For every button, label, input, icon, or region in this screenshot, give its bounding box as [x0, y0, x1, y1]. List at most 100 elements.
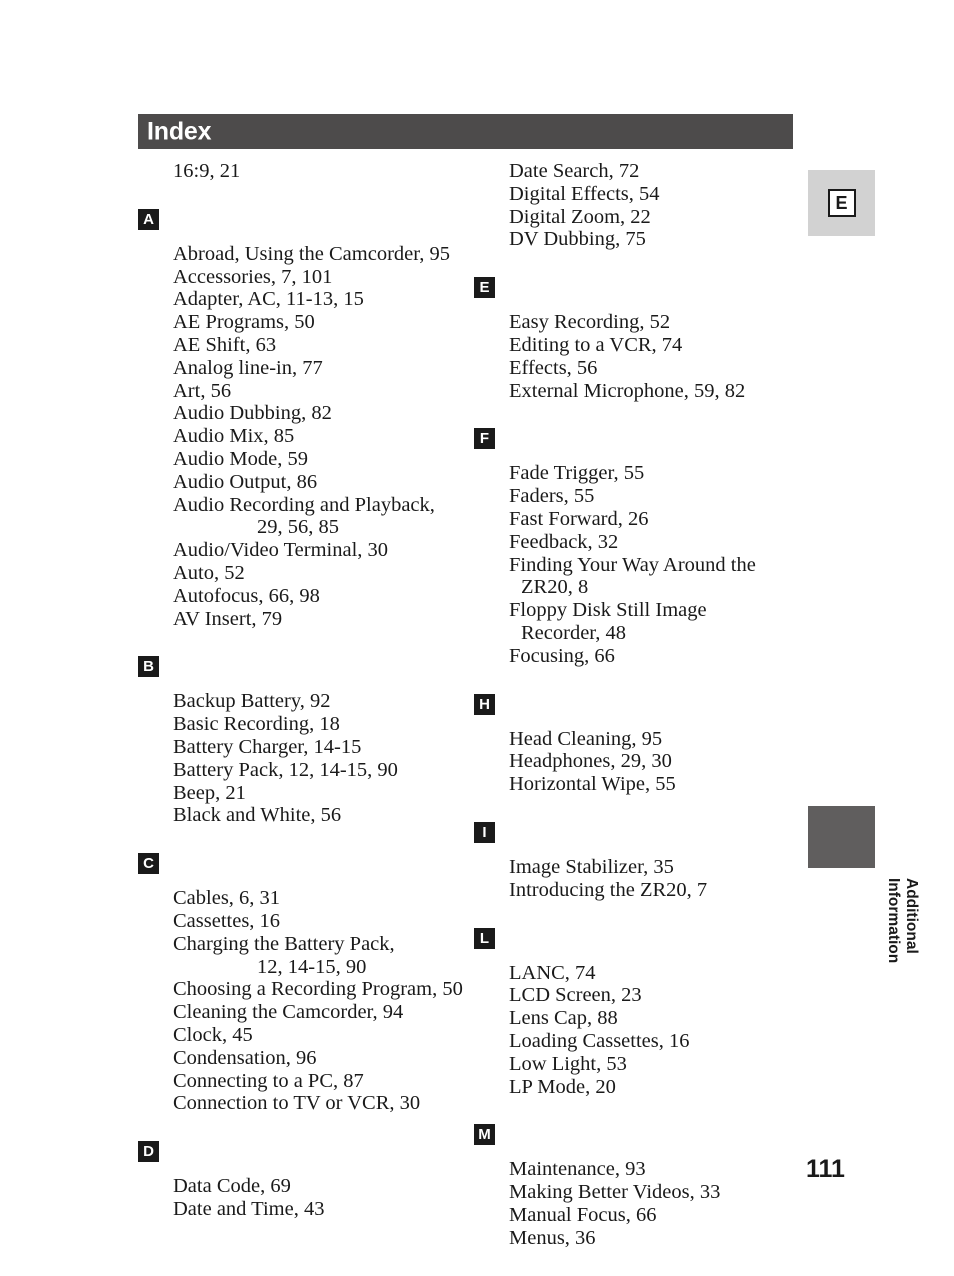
index-entry: Black and White, 56: [173, 804, 342, 827]
section-letter-badge: I: [474, 821, 495, 843]
index-entry: Feedback, 32: [509, 530, 619, 553]
chapter-side-label: Additional Information: [885, 878, 920, 964]
index-entry: Lens Cap, 88: [509, 1007, 618, 1030]
index-entry: Basic Recording, 18: [173, 713, 340, 736]
index-section: B Backup Battery, 92 Basic Recording, 18 Ba…: [138, 656, 468, 853]
index-entry: Digital Effects, 54: [509, 182, 660, 205]
index-entry: Adapter, AC, 11-13, 15: [173, 288, 364, 311]
index-entry: External Microphone, 59, 82: [509, 379, 746, 402]
index-section: C Cables, 6, 31 Cassettes, 16 Charging the …: [138, 853, 468, 1141]
index-entry: Editing to a VCR, 74: [509, 333, 683, 356]
index-entry-list: Date Search, 72 Digital Effects, 54 Digita…: [509, 160, 804, 251]
index-entry: Choosing a Recording Program, 50: [173, 978, 463, 1001]
index-entry: Finding Your Way Around the: [509, 553, 756, 576]
index-entry: Cables, 6, 31: [173, 887, 281, 910]
index-entry: Cassettes, 16: [173, 909, 281, 932]
index-entry: Audio Output, 86: [173, 470, 318, 493]
index-entry-list: Abroad, Using the Camcorder, 95 Accessori…: [173, 243, 468, 631]
index-entry: Clock, 45: [173, 1023, 253, 1046]
index-entry-list: Data Code, 69 Date and Time, 43: [173, 1175, 468, 1221]
index-entry: Recorder, 48: [521, 621, 627, 644]
index-entry: Connecting to a PC, 87: [173, 1069, 364, 1092]
section-letter-badge: D: [138, 1141, 159, 1163]
index-entry: Autofocus, 66, 98: [173, 584, 320, 607]
page-number: 111: [806, 1155, 845, 1183]
index-entry: Image Stabilizer, 35: [509, 855, 674, 878]
index-section: M Maintenance, 93 Making Better Videos, 33…: [474, 1124, 804, 1275]
page-title: Index: [147, 117, 212, 145]
index-entry: Cleaning the Camcorder, 94: [173, 1001, 404, 1024]
index-entry-list: Image Stabilizer, 35 Introducing the ZR20…: [509, 856, 804, 902]
index-section: H Head Cleaning, 95 Headphones, 29, 30 Hori…: [474, 693, 804, 822]
index-entry: Battery Charger, 14-15: [173, 735, 362, 758]
index-entry: Charging the Battery Pack,: [173, 932, 395, 955]
index-entry: Faders, 55: [509, 485, 595, 508]
index-entry: LP Mode, 20: [509, 1075, 616, 1098]
index-entry: Maintenance, 93: [509, 1158, 646, 1181]
index-entry: Low Light, 53: [509, 1052, 627, 1075]
index-section: A Abroad, Using the Camcorder, 95 Accessor…: [138, 208, 468, 657]
index-entry-list: Fade Trigger, 55 Faders, 55 Fast Forward, …: [509, 462, 804, 667]
index-entry: Art, 56: [173, 379, 232, 402]
index-entry: Focusing, 66: [509, 644, 615, 667]
section-letter-badge: A: [138, 208, 159, 230]
index-entry: Manual Focus, 66: [509, 1203, 657, 1226]
index-entry: Easy Recording, 52: [509, 311, 671, 334]
section-letter-badge: F: [474, 428, 495, 450]
index-entry: Beep, 21: [173, 781, 246, 804]
index-entry: Menus, 36: [509, 1226, 596, 1249]
index-entry: DV Dubbing, 75: [509, 228, 646, 251]
index-entry-list: Maintenance, 93 Making Better Videos, 33 M…: [509, 1158, 804, 1249]
index-entry: Loading Cassettes, 16: [509, 1029, 690, 1052]
index-column-left: 16:9, 21 A Abroad, Using the Camcorder, 9…: [138, 160, 468, 1247]
index-entry: 12, 14-15, 90: [257, 955, 367, 978]
index-entry: ZR20, 8: [521, 576, 589, 599]
index-entry: Analog line-in, 77: [173, 356, 323, 379]
section-letter-badge: H: [474, 693, 495, 715]
index-entry: Fast Forward, 26: [509, 507, 649, 530]
index-entry: Audio/Video Terminal, 30: [173, 539, 389, 562]
index-entry: Audio Mode, 59: [173, 447, 308, 470]
chapter-tab-block: [808, 806, 875, 868]
index-section: I Image Stabilizer, 35 Introducing the ZR2…: [474, 821, 804, 928]
section-letter-badge: C: [138, 853, 159, 875]
index-entry-list: Cables, 6, 31 Cassettes, 16 Charging the B…: [173, 887, 468, 1115]
index-entry: Condensation, 96: [173, 1046, 317, 1069]
index-section: D Data Code, 69 Date and Time, 43: [138, 1141, 468, 1247]
section-letter-badge: M: [474, 1124, 495, 1146]
index-entry: Data Code, 69: [173, 1175, 291, 1198]
index-section: E Easy Recording, 52 Editing to a VCR, 74 E…: [474, 277, 804, 428]
index-entry: Backup Battery, 92: [173, 690, 331, 713]
index-entry: Fade Trigger, 55: [509, 462, 645, 485]
index-entry: Audio Mix, 85: [173, 425, 295, 448]
index-entry: Abroad, Using the Camcorder, 95: [173, 242, 451, 265]
index-entry: Making Better Videos, 33: [509, 1181, 721, 1204]
index-entry-list: Easy Recording, 52 Editing to a VCR, 74 Ef…: [509, 311, 804, 402]
chapter-tab-letter: E: [827, 189, 856, 217]
index-entry: Accessories, 7, 101: [173, 265, 333, 288]
index-entry-list: Head Cleaning, 95 Headphones, 29, 30 Horiz…: [509, 728, 804, 796]
index-entry: Floppy Disk Still Image: [509, 599, 707, 622]
index-entry: Date and Time, 43: [173, 1197, 325, 1220]
index-entry: AE Shift, 63: [173, 333, 277, 356]
index-entry: Date Search, 72: [509, 160, 640, 182]
index-entry: AE Programs, 50: [173, 311, 315, 334]
index-section: L LANC, 74 LCD Screen, 23 Lens Cap, 88 Loadi…: [474, 927, 804, 1125]
index-entry: 29, 56, 85: [257, 516, 339, 539]
index-entry: Audio Dubbing, 82: [173, 402, 332, 425]
index-column-right: Date Search, 72 Digital Effects, 54 Digita…: [474, 160, 804, 1276]
section-letter-badge: E: [474, 277, 495, 299]
index-entry: Auto, 52: [173, 561, 245, 584]
chapter-tab-marker: E: [808, 170, 875, 236]
index-entry: Effects, 56: [509, 356, 598, 379]
index-entry: LANC, 74: [509, 961, 596, 984]
index-entry: Audio Recording and Playback,: [173, 493, 435, 516]
